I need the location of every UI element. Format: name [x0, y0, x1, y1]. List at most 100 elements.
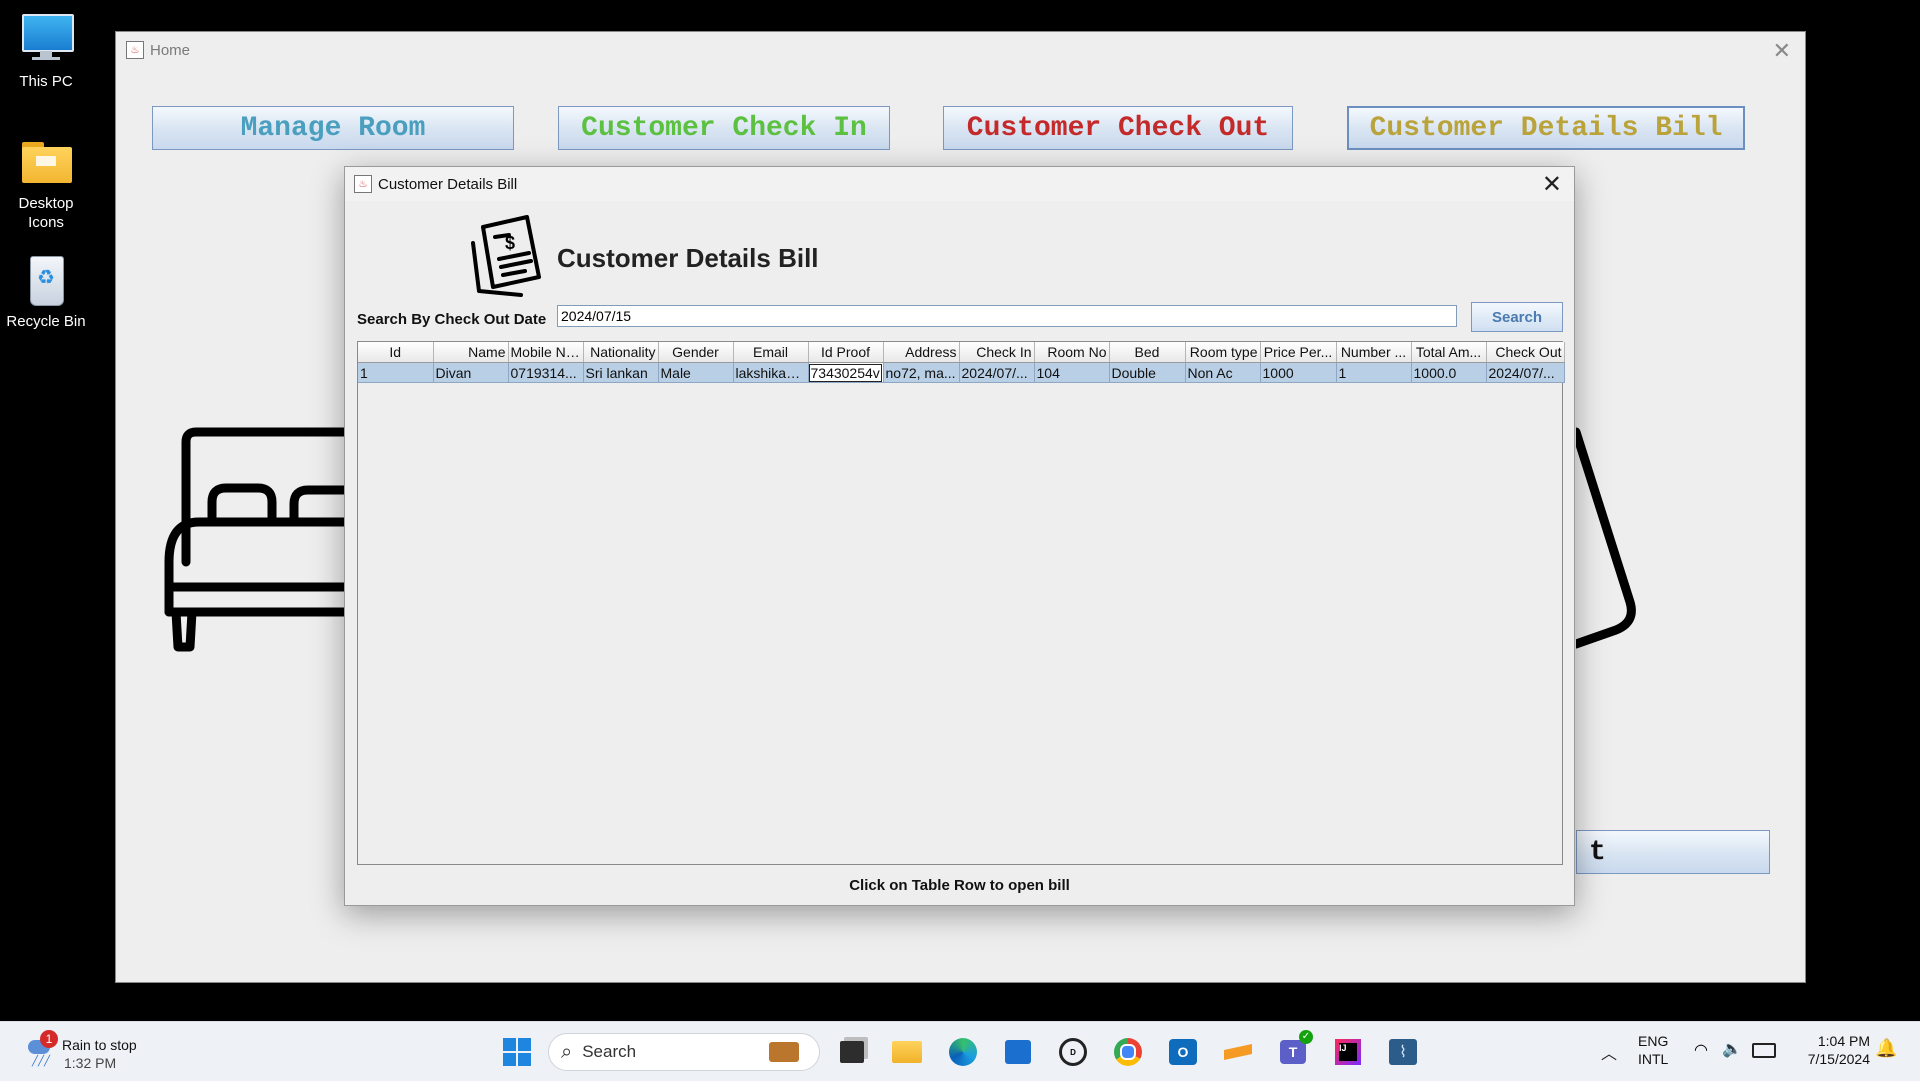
java-app-icon: ♨: [354, 175, 372, 193]
customer-check-out-label: Customer Check Out: [966, 112, 1270, 144]
clock-time: 1:04 PM: [1817, 1033, 1870, 1049]
volume-icon[interactable]: 🔈: [1722, 1039, 1742, 1059]
chrome-browser-icon[interactable]: [1112, 1036, 1144, 1068]
check-badge-icon: ✓: [1299, 1030, 1313, 1044]
column-header[interactable]: Id: [358, 342, 434, 363]
dialog-heading: Customer Details Bill: [557, 243, 819, 273]
dialog-titlebar: ♨ Customer Details Bill: [345, 167, 1574, 201]
home-titlebar: ♨ Home: [116, 32, 1805, 68]
battery-icon[interactable]: [1752, 1043, 1776, 1058]
java-app-taskbar-icon[interactable]: ⌇: [1387, 1036, 1419, 1068]
manage-room-button[interactable]: Manage Room: [152, 106, 514, 150]
task-view-icon[interactable]: [836, 1036, 868, 1068]
taskbar-search-placeholder: Search: [582, 1042, 637, 1061]
table-cell[interactable]: 2024/07/...: [1486, 362, 1565, 383]
column-header[interactable]: Check In: [959, 342, 1035, 363]
home-close-icon[interactable]: ✕: [1773, 38, 1791, 64]
table-cell[interactable]: Non Ac: [1185, 362, 1261, 383]
home-title: Home: [150, 41, 191, 59]
weather-time: 1:32 PM: [64, 1055, 117, 1071]
table-cell[interactable]: Male: [658, 362, 734, 383]
file-explorer-icon[interactable]: [891, 1036, 923, 1068]
table-cell[interactable]: Double: [1109, 362, 1186, 383]
clock[interactable]: 1:04 PM 7/15/2024: [1790, 1032, 1870, 1068]
notification-bell-icon[interactable]: 🔔: [1875, 1038, 1897, 1059]
column-header[interactable]: Bed: [1109, 342, 1186, 363]
briefcase-icon: [769, 1042, 799, 1062]
folder-icon: [18, 134, 74, 190]
windows-logo-icon: [503, 1038, 531, 1066]
language-indicator[interactable]: ENG INTL: [1638, 1032, 1678, 1068]
java-app-icon: ♨: [126, 41, 144, 59]
lang-line2: INTL: [1638, 1051, 1669, 1067]
table-cell[interactable]: 2024/07/...: [959, 362, 1035, 383]
table-row[interactable]: 1 Divan 0719314... Sri lankan Male laksh…: [358, 362, 1565, 383]
lang-line1: ENG: [1638, 1033, 1669, 1049]
customer-details-bill-button[interactable]: Customer Details Bill: [1347, 106, 1745, 150]
checkout-date-search-input[interactable]: [557, 305, 1457, 327]
dialog-close-icon[interactable]: ✕: [1542, 170, 1562, 199]
column-header[interactable]: Room No: [1034, 342, 1110, 363]
weather-widget[interactable]: ╱╱╱ 1 Rain to stop 1:32 PM: [22, 1030, 172, 1074]
sublime-text-icon[interactable]: [1222, 1036, 1254, 1068]
desktop-icon-label: Desktop Icons: [18, 195, 74, 231]
logout-button-partial[interactable]: t: [1576, 830, 1770, 874]
start-button[interactable]: [501, 1036, 533, 1068]
table-cell[interactable]: 1: [358, 362, 434, 383]
show-hidden-icons-chevron-icon[interactable]: ︿: [1601, 1040, 1617, 1064]
table-cell[interactable]: 104: [1034, 362, 1110, 383]
desktop-icon-recycle-bin[interactable]: ♻ Recycle Bin: [1, 252, 91, 331]
table-cell-focused[interactable]: 73430254v: [808, 362, 884, 383]
bill-document-icon: $: [471, 215, 541, 297]
column-header[interactable]: Gender: [658, 342, 734, 363]
search-button[interactable]: Search: [1471, 302, 1563, 332]
column-header[interactable]: Email: [733, 342, 809, 363]
dell-icon[interactable]: D: [1057, 1036, 1089, 1068]
table-cell[interactable]: Sri lankan: [583, 362, 659, 383]
svg-text:$: $: [505, 233, 515, 253]
desktop-icon-desktop-icons[interactable]: Desktop Icons: [1, 134, 91, 232]
column-header[interactable]: Mobile Nu...: [508, 342, 584, 363]
table-hint-text: Click on Table Row to open bill: [849, 877, 1070, 894]
outlook-new-icon[interactable]: O: [1167, 1036, 1199, 1068]
search-label: Search By Check Out Date: [357, 311, 547, 328]
table-cell[interactable]: Divan: [433, 362, 509, 383]
table-cell[interactable]: no72, ma...: [883, 362, 960, 383]
desktop-icon-this-pc[interactable]: This PC: [1, 12, 91, 91]
weather-alert-badge: 1: [40, 1030, 58, 1048]
column-header[interactable]: Address: [883, 342, 960, 363]
microsoft-store-icon[interactable]: [1002, 1036, 1034, 1068]
desktop-icon-label: This PC: [19, 73, 73, 90]
desktop-icon-label: Recycle Bin: [6, 313, 86, 330]
customer-check-out-button[interactable]: Customer Check Out: [943, 106, 1293, 150]
column-header[interactable]: Id Proof: [808, 342, 884, 363]
table-cell[interactable]: lakshikad...: [733, 362, 809, 383]
table-cell[interactable]: 1000.0: [1411, 362, 1487, 383]
column-header[interactable]: Number ...: [1336, 342, 1412, 363]
taskbar-search-box[interactable]: ⌕ Search: [548, 1033, 820, 1071]
column-header[interactable]: Total Am...: [1411, 342, 1487, 363]
table-cell[interactable]: 1: [1336, 362, 1412, 383]
edge-browser-icon[interactable]: [947, 1036, 979, 1068]
customer-details-bill-dialog: ♨ Customer Details Bill ✕ $ Customer Det…: [344, 166, 1575, 906]
taskbar: ╱╱╱ 1 Rain to stop 1:32 PM ⌕ Search D O: [0, 1021, 1920, 1081]
weather-text: Rain to stop: [62, 1037, 137, 1053]
column-header[interactable]: Check Out: [1486, 342, 1565, 363]
teams-new-icon[interactable]: T ✓: [1277, 1030, 1313, 1068]
clock-date: 7/15/2024: [1807, 1051, 1870, 1067]
dialog-title: Customer Details Bill: [378, 175, 518, 193]
table-cell[interactable]: 1000: [1260, 362, 1337, 383]
bill-table[interactable]: Id Name Mobile Nu... Nationality Gender …: [357, 341, 1565, 865]
wifi-icon[interactable]: ◠: [1694, 1040, 1708, 1060]
column-header[interactable]: Nationality: [583, 342, 659, 363]
logout-partial-label: t: [1589, 836, 1606, 868]
checkout-illustration-icon: [1576, 427, 1636, 649]
column-header[interactable]: Price Per...: [1260, 342, 1337, 363]
column-header[interactable]: Room type: [1185, 342, 1261, 363]
intellij-idea-icon[interactable]: IJ: [1332, 1036, 1364, 1068]
customer-check-in-label: Customer Check In: [581, 112, 867, 144]
customer-check-in-button[interactable]: Customer Check In: [558, 106, 890, 150]
table-cell[interactable]: 0719314...: [508, 362, 584, 383]
column-header[interactable]: Name: [433, 342, 509, 363]
bed-illustration-icon: [164, 427, 354, 652]
